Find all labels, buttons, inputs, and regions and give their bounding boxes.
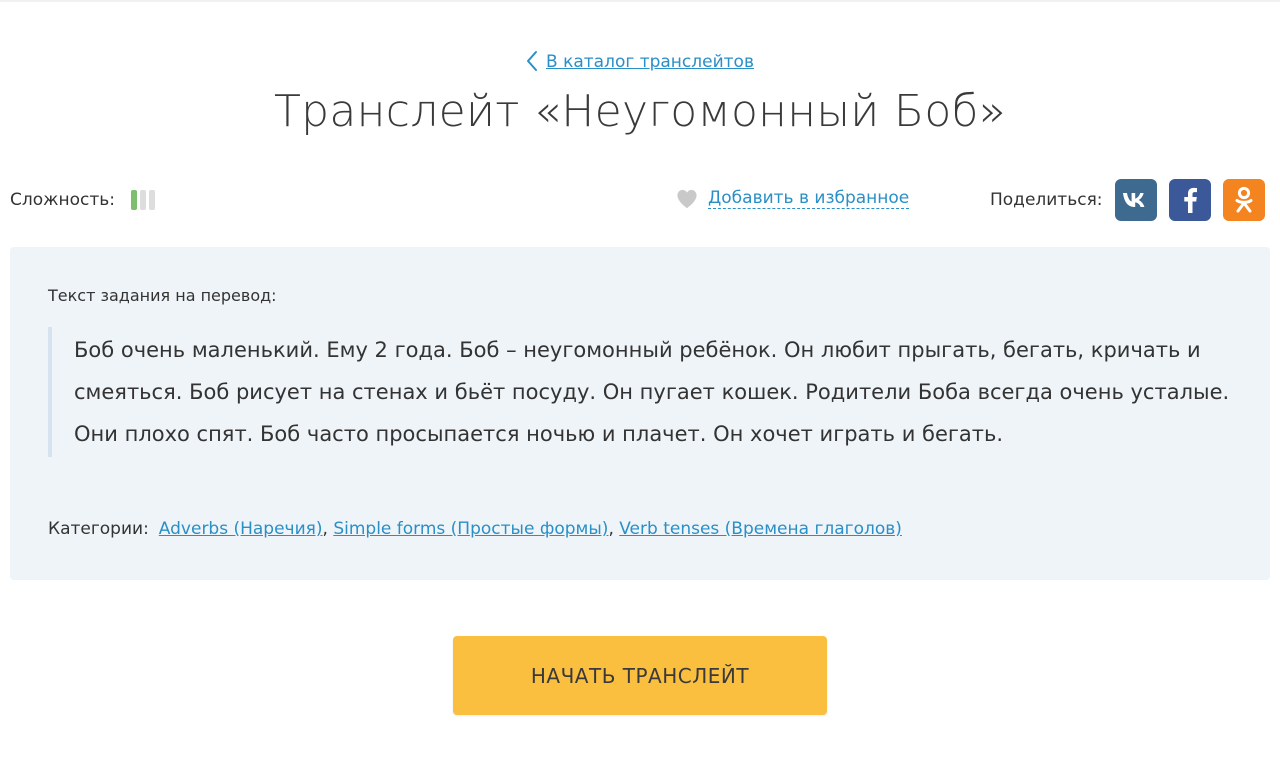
difficulty-bars xyxy=(130,190,155,210)
facebook-share-button[interactable] xyxy=(1168,179,1211,221)
task-text-quote: Боб очень маленький. Ему 2 года. Боб – н… xyxy=(48,327,1248,457)
category-link-verb-tenses[interactable]: Verb tenses (Времена глаголов) xyxy=(619,519,902,539)
task-panel: Текст задания на перевод: Боб очень мале… xyxy=(10,247,1270,580)
heart-icon xyxy=(677,189,697,209)
task-text: Боб очень маленький. Ему 2 года. Боб – н… xyxy=(74,338,1230,446)
vk-icon xyxy=(1122,193,1144,207)
difficulty-bar xyxy=(130,190,137,210)
add-to-favorites[interactable]: Добавить в избранное xyxy=(676,188,910,209)
start-translate-button[interactable]: НАЧАТЬ ТРАНСЛЕЙТ xyxy=(453,636,827,715)
odnoklassniki-icon xyxy=(1235,186,1253,213)
odnoklassniki-share-button[interactable] xyxy=(1222,179,1265,221)
task-label: Текст задания на перевод: xyxy=(48,286,277,305)
share-label: Поделиться: xyxy=(990,190,1103,210)
category-link-simple-forms[interactable]: Simple forms (Простые формы) xyxy=(333,519,608,539)
difficulty-bar xyxy=(148,190,155,210)
categories: Категории: Adverbs (Наречия), Simple form… xyxy=(48,519,902,539)
back-to-catalog-link[interactable]: В каталог транслейтов xyxy=(546,52,754,72)
category-link-adverbs[interactable]: Adverbs (Наречия) xyxy=(159,519,323,539)
difficulty-bar xyxy=(139,190,146,210)
add-to-favorites-link[interactable]: Добавить в избранное xyxy=(708,188,910,209)
difficulty-indicator: Сложность: xyxy=(10,188,155,212)
categories-label: Категории: xyxy=(48,519,149,539)
share-block: Поделиться: xyxy=(990,178,1265,222)
facebook-icon xyxy=(1183,187,1197,213)
top-border xyxy=(0,0,1280,2)
meta-row: Сложность: Добавить в избранное Поделить… xyxy=(0,178,1280,222)
page-title: Транслейт «Неугомонный Боб» xyxy=(273,86,1007,137)
vk-share-button[interactable] xyxy=(1114,179,1157,221)
chevron-left-icon xyxy=(527,50,538,71)
difficulty-label: Сложность: xyxy=(10,190,115,210)
back-to-catalog[interactable]: В каталог транслейтов xyxy=(0,50,1280,74)
